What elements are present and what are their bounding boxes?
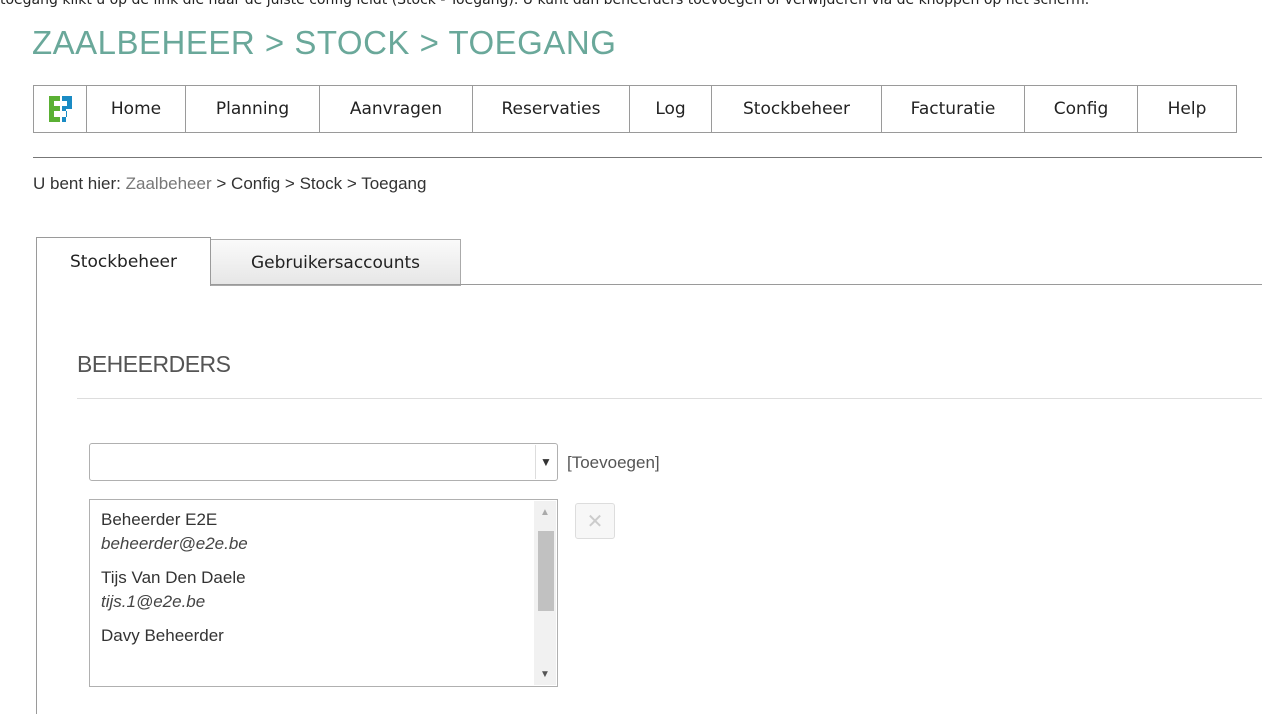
user-email: tijs.1@e2e.be bbox=[101, 592, 206, 611]
scroll-down-icon[interactable]: ▼ bbox=[534, 663, 556, 685]
breadcrumb-item-config[interactable]: Config bbox=[231, 174, 280, 193]
nav-config[interactable]: Config bbox=[1025, 86, 1138, 132]
breadcrumb-item-stock[interactable]: Stock bbox=[300, 174, 343, 193]
breadcrumb-separator: > bbox=[216, 174, 227, 193]
add-button[interactable]: [Toevoegen] bbox=[567, 453, 660, 473]
breadcrumb: U bent hier: Zaalbeheer > Config > Stock… bbox=[33, 174, 426, 194]
header-divider bbox=[33, 157, 1262, 158]
logo-icon bbox=[49, 96, 72, 122]
section-divider bbox=[77, 398, 1262, 399]
nav-facturatie[interactable]: Facturatie bbox=[882, 86, 1025, 132]
list-item[interactable]: Tijs Van Den Daele tijs.1@e2e.be bbox=[90, 556, 557, 614]
list-item[interactable]: Davy Beheerder bbox=[90, 614, 557, 648]
nav-planning[interactable]: Planning bbox=[186, 86, 320, 132]
nav-log[interactable]: Log bbox=[630, 86, 712, 132]
close-icon: ✕ bbox=[586, 510, 604, 533]
breadcrumb-separator: > bbox=[284, 174, 295, 193]
breadcrumb-prefix: U bent hier: bbox=[33, 174, 121, 193]
breadcrumb-item-toegang: Toegang bbox=[361, 174, 427, 193]
user-name: Tijs Van Den Daele bbox=[101, 568, 246, 587]
scroll-thumb[interactable] bbox=[538, 531, 554, 611]
tab-gebruikersaccounts[interactable]: Gebruikersaccounts bbox=[211, 239, 461, 286]
list-scrollbar[interactable]: ▲ ▼ bbox=[534, 501, 556, 685]
breadcrumb-separator: > bbox=[346, 174, 357, 193]
user-email: beheerder@e2e.be bbox=[101, 534, 248, 553]
scroll-up-icon[interactable]: ▲ bbox=[534, 501, 556, 523]
tab-panel-border bbox=[211, 284, 1262, 285]
nav-aanvragen[interactable]: Aanvragen bbox=[320, 86, 473, 132]
section-title: BEHEERDERS bbox=[77, 351, 231, 377]
tab-stockbeheer[interactable]: Stockbeheer bbox=[36, 237, 211, 286]
user-name: Davy Beheerder bbox=[101, 626, 224, 645]
dropdown-arrow-icon[interactable]: ▼ bbox=[535, 445, 556, 479]
nav-home[interactable]: Home bbox=[87, 86, 186, 132]
cropped-instruction-text: toegang klikt u op de link die naar de j… bbox=[0, 0, 1090, 8]
breadcrumb-link-zaalbeheer[interactable]: Zaalbeheer bbox=[126, 174, 212, 193]
nav-help[interactable]: Help bbox=[1138, 86, 1236, 132]
user-list[interactable]: Beheerder E2E beheerder@e2e.be Tijs Van … bbox=[89, 499, 558, 687]
nav-reservaties[interactable]: Reservaties bbox=[473, 86, 630, 132]
nav-stockbeheer[interactable]: Stockbeheer bbox=[712, 86, 882, 132]
tab-bar: Stockbeheer Gebruikersaccounts bbox=[36, 237, 461, 286]
main-navigation: Home Planning Aanvragen Reservaties Log … bbox=[33, 85, 1237, 133]
tab-panel-border-left bbox=[36, 286, 37, 714]
user-select[interactable]: ▼ bbox=[89, 443, 558, 481]
delete-button[interactable]: ✕ bbox=[575, 503, 615, 539]
e2e-logo[interactable] bbox=[34, 86, 87, 132]
page-title: ZAALBEHEER > STOCK > TOEGANG bbox=[32, 24, 617, 61]
user-name: Beheerder E2E bbox=[101, 510, 218, 529]
list-item[interactable]: Beheerder E2E beheerder@e2e.be bbox=[90, 500, 557, 556]
